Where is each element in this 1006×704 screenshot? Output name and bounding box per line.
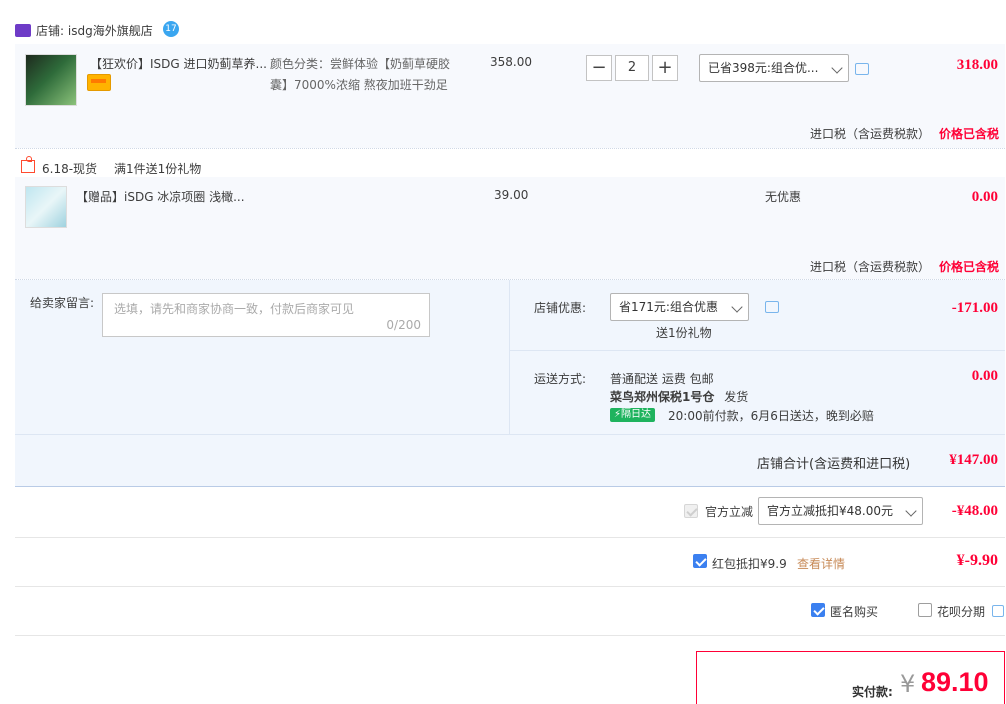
item-total: 318.00: [956, 57, 998, 73]
chat-icon[interactable]: [855, 63, 869, 75]
item-title[interactable]: 【赠品】iSDG 冰凉项圈 浅橄...: [76, 188, 245, 205]
anonymous-label: 匿名购买: [830, 605, 879, 619]
huabei-label: 花呗分期: [937, 605, 986, 619]
qty-decrease-button[interactable]: −: [586, 55, 612, 81]
item-title[interactable]: 【狂欢价】ISDG 进口奶蓟草养...: [90, 55, 270, 72]
ship-text: 发货: [724, 390, 749, 404]
tax-value: 价格已含税: [939, 260, 1000, 274]
official-discount-amount: -¥48.00: [951, 503, 998, 519]
qty-input[interactable]: 2: [615, 55, 649, 81]
gift-promo-tag: 6.18-现货: [42, 162, 98, 176]
redpacket-checkbox[interactable]: [693, 554, 707, 568]
divider: [15, 434, 1005, 435]
divider: [15, 148, 1005, 149]
message-label: 给卖家留言:: [30, 296, 95, 310]
tax-value: 价格已含税: [939, 127, 1000, 141]
shop-total-label: 店铺合计(含运费和进口税): [757, 457, 911, 472]
divider: [15, 586, 1005, 587]
item-total: 0.00: [971, 189, 998, 205]
delivery-eta: 20:00前付款，6月6日送达，晚到必赔: [668, 409, 874, 423]
product-thumbnail[interactable]: [25, 186, 67, 228]
shop-discount-sub: 送1份礼物: [656, 326, 712, 340]
message-textarea[interactable]: 选填，请先和商家协商一致，付款后商家可见 0/200: [102, 293, 430, 337]
message-counter: 0/200: [386, 318, 421, 332]
warehouse-name: 菜鸟郑州保税1号仓: [610, 390, 715, 404]
delivery-badge: ⚡隔日达: [610, 408, 656, 422]
delivery-badge-text: 隔日达: [621, 409, 652, 420]
chat-icon[interactable]: [765, 301, 779, 313]
shipping-label: 运送方式:: [534, 372, 587, 386]
wangwang-icon[interactable]: 17: [163, 21, 179, 37]
shop-label: 店铺:: [36, 24, 65, 38]
item-promo-value: 已省398元:组合优...: [708, 61, 819, 75]
chevron-down-icon: [731, 301, 743, 313]
item-promo-select[interactable]: 已省398元:组合优...: [699, 54, 849, 82]
divider: [15, 537, 1005, 538]
payment-label: 实付款:: [852, 685, 893, 699]
unit-price: 358.00: [490, 55, 532, 69]
tax-label: 进口税（含运费税款）: [810, 260, 931, 274]
divider: [15, 635, 1005, 636]
shop-icon: [15, 24, 31, 37]
shop-discount-label: 店铺优惠:: [534, 301, 587, 315]
sku-line-1: 颜色分类：尝鲜体验【奶蓟草硬胶: [270, 57, 451, 71]
chat-icon[interactable]: [992, 605, 1004, 617]
huabei-checkbox[interactable]: [918, 603, 932, 617]
payment-amount: 89.10: [921, 667, 989, 697]
divider: [510, 350, 1005, 351]
shop-name[interactable]: isdg海外旗舰店: [68, 24, 153, 38]
anonymous-checkbox[interactable]: [811, 603, 825, 617]
payment-currency: ¥: [900, 670, 916, 698]
tax-label: 进口税（含运费税款）: [810, 127, 931, 141]
qty-increase-button[interactable]: +: [652, 55, 678, 81]
item-promo: 无优惠: [765, 190, 802, 204]
shipping-amount: 0.00: [971, 368, 998, 384]
shop-discount-select[interactable]: 省171元:组合优惠: [610, 293, 749, 321]
official-discount-label: 官方立减: [705, 505, 754, 519]
shipping-method: 普通配送 运费 包邮: [610, 372, 714, 386]
divider: [15, 486, 1005, 487]
credit-card-icon: [87, 74, 111, 91]
divider: [509, 280, 510, 434]
redpacket-label: 红包抵扣¥9.9: [712, 557, 787, 571]
message-placeholder: 选填，请先和商家协商一致，付款后商家可见: [114, 302, 355, 316]
shop-discount-value: 省171元:组合优惠: [619, 300, 718, 314]
shop-discount-amount: -171.00: [951, 300, 998, 316]
official-discount-select[interactable]: 官方立减抵扣¥48.00元: [758, 497, 923, 525]
unit-price: 39.00: [494, 188, 529, 202]
shop-total-amount: ¥147.00: [949, 452, 998, 468]
lightning-icon: ⚡: [614, 409, 622, 420]
redpacket-amount: ¥-9.90: [956, 552, 998, 569]
gift-icon: [21, 156, 35, 173]
gift-promo-text: 满1件送1份礼物: [114, 162, 202, 176]
chevron-down-icon: [905, 505, 917, 517]
redpacket-details-link[interactable]: 查看详情: [797, 555, 845, 572]
sku-line-2: 囊】7000%浓缩 熬夜加班干劲足: [270, 78, 448, 92]
chevron-down-icon: [831, 62, 843, 74]
official-discount-checkbox: [684, 504, 698, 518]
product-thumbnail[interactable]: [25, 54, 77, 106]
official-discount-value: 官方立减抵扣¥48.00元: [767, 504, 893, 518]
